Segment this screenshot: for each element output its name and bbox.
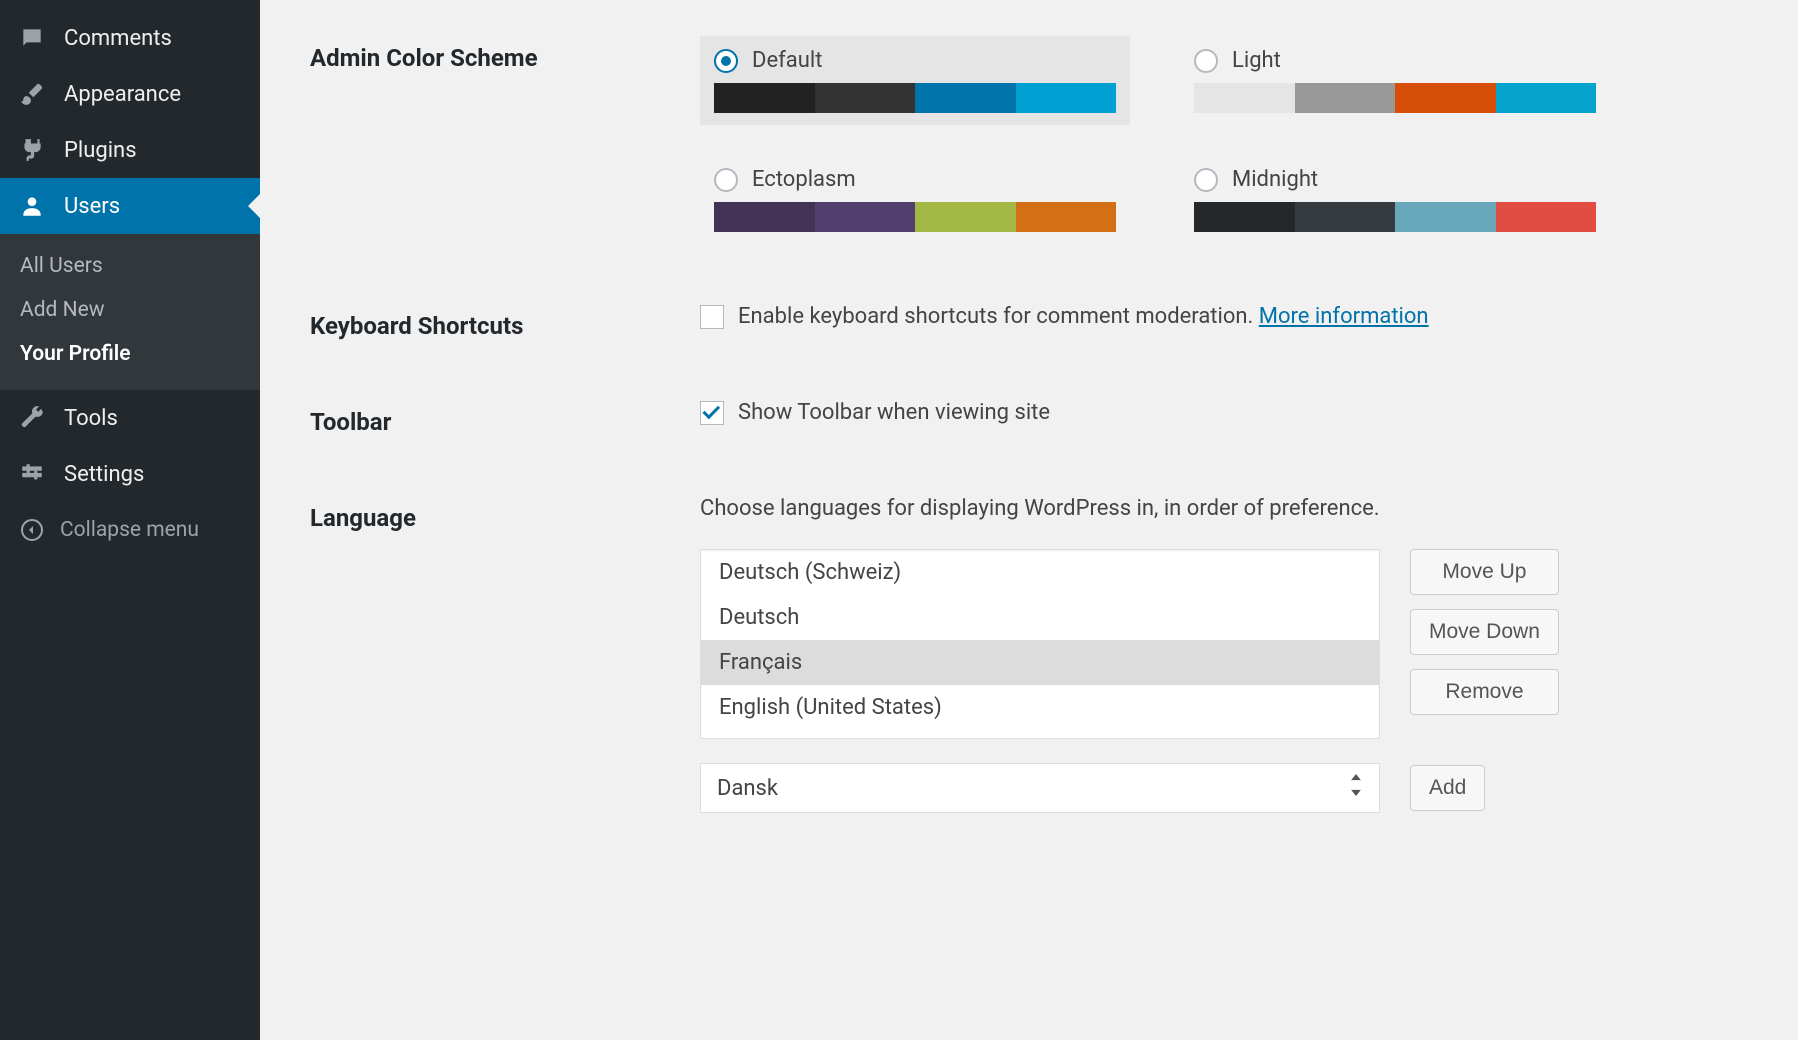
move-up-button[interactable]: Move Up xyxy=(1410,549,1559,595)
swatch xyxy=(1016,83,1117,113)
swatch xyxy=(1295,83,1396,113)
sidebar-item-label: Settings xyxy=(64,462,144,487)
sidebar-sub-your-profile[interactable]: Your Profile xyxy=(0,332,260,376)
sidebar-item-users[interactable]: Users xyxy=(0,178,260,234)
move-down-button[interactable]: Move Down xyxy=(1410,609,1559,655)
sidebar-item-label: Plugins xyxy=(64,138,137,163)
remove-button[interactable]: Remove xyxy=(1410,669,1559,715)
swatches-light xyxy=(1194,83,1596,113)
radio-ectoplasm[interactable] xyxy=(714,168,738,192)
swatch xyxy=(1496,202,1597,232)
scheme-name: Default xyxy=(752,48,822,73)
radio-default[interactable] xyxy=(714,49,738,73)
row-color-scheme: Admin Color Scheme Default xyxy=(310,36,1748,244)
collapse-icon xyxy=(18,516,46,544)
swatch xyxy=(1295,202,1396,232)
language-option-en-us[interactable]: English (United States) xyxy=(701,685,1379,730)
swatch xyxy=(915,202,1016,232)
swatch xyxy=(1496,83,1597,113)
swatch xyxy=(714,83,815,113)
swatch xyxy=(815,83,916,113)
color-scheme-default[interactable]: Default xyxy=(700,36,1130,125)
swatch xyxy=(815,202,916,232)
sidebar-item-comments[interactable]: Comments xyxy=(0,10,260,66)
sidebar-submenu-users: All Users Add New Your Profile xyxy=(0,234,260,390)
collapse-label: Collapse menu xyxy=(60,518,199,542)
swatch xyxy=(1194,83,1295,113)
row-keyboard-shortcuts: Keyboard Shortcuts Enable keyboard short… xyxy=(310,304,1748,340)
toolbar-checkbox-text: Show Toolbar when viewing site xyxy=(738,400,1050,425)
keyboard-shortcuts-checkbox[interactable] xyxy=(700,305,724,329)
row-language: Language Choose languages for displaying… xyxy=(310,496,1748,813)
brush-icon xyxy=(18,80,46,108)
color-scheme-midnight[interactable]: Midnight xyxy=(1180,155,1610,244)
swatches-ectoplasm xyxy=(714,202,1116,232)
color-scheme-light[interactable]: Light xyxy=(1180,36,1610,125)
radio-midnight[interactable] xyxy=(1194,168,1218,192)
wrench-icon xyxy=(18,404,46,432)
keyboard-shortcuts-desc: Enable keyboard shortcuts for comment mo… xyxy=(738,304,1259,329)
user-icon xyxy=(18,192,46,220)
sidebar-sub-all-users[interactable]: All Users xyxy=(0,244,260,288)
settings-icon xyxy=(18,460,46,488)
language-select[interactable]: Dansk xyxy=(700,763,1380,813)
select-arrows-icon xyxy=(1349,774,1363,802)
sidebar-sub-add-new[interactable]: Add New xyxy=(0,288,260,332)
language-listbox[interactable]: Deutsch (Schweiz) Deutsch Français Engli… xyxy=(700,549,1380,739)
admin-sidebar: Comments Appearance Plugins Users All Us… xyxy=(0,0,260,1040)
plug-icon xyxy=(18,136,46,164)
sidebar-item-plugins[interactable]: Plugins xyxy=(0,122,260,178)
language-help-text: Choose languages for displaying WordPres… xyxy=(700,496,1748,521)
radio-light[interactable] xyxy=(1194,49,1218,73)
keyboard-label: Keyboard Shortcuts xyxy=(310,304,700,340)
sidebar-item-label: Comments xyxy=(64,26,172,51)
language-option-fr[interactable]: Français xyxy=(701,640,1379,685)
sidebar-item-label: Tools xyxy=(64,406,118,431)
sidebar-item-label: Users xyxy=(64,194,120,219)
language-label: Language xyxy=(310,496,700,532)
toolbar-checkbox[interactable] xyxy=(700,401,724,425)
add-button[interactable]: Add xyxy=(1410,765,1485,811)
color-scheme-ectoplasm[interactable]: Ectoplasm xyxy=(700,155,1130,244)
color-schemes-grid: Default Light xyxy=(700,36,1748,244)
row-toolbar: Toolbar Show Toolbar when viewing site xyxy=(310,400,1748,436)
language-option-de-ch[interactable]: Deutsch (Schweiz) xyxy=(701,550,1379,595)
swatch xyxy=(1016,202,1117,232)
swatches-default xyxy=(714,83,1116,113)
language-select-value: Dansk xyxy=(717,776,778,801)
sidebar-item-settings[interactable]: Settings xyxy=(0,446,260,502)
sidebar-item-tools[interactable]: Tools xyxy=(0,390,260,446)
toolbar-label: Toolbar xyxy=(310,400,700,436)
comment-icon xyxy=(18,24,46,52)
swatch xyxy=(1395,202,1496,232)
swatch xyxy=(915,83,1016,113)
swatches-midnight xyxy=(1194,202,1596,232)
more-information-link[interactable]: More information xyxy=(1259,304,1429,329)
swatch xyxy=(1395,83,1496,113)
swatch xyxy=(714,202,815,232)
scheme-name: Midnight xyxy=(1232,167,1318,192)
sidebar-item-label: Appearance xyxy=(64,82,181,107)
color-scheme-label: Admin Color Scheme xyxy=(310,36,700,72)
sidebar-item-appearance[interactable]: Appearance xyxy=(0,66,260,122)
profile-settings: Admin Color Scheme Default xyxy=(260,0,1798,1040)
language-option-de[interactable]: Deutsch xyxy=(701,595,1379,640)
scheme-name: Ectoplasm xyxy=(752,167,856,192)
keyboard-shortcuts-text: Enable keyboard shortcuts for comment mo… xyxy=(738,304,1429,329)
swatch xyxy=(1194,202,1295,232)
scheme-name: Light xyxy=(1232,48,1281,73)
sidebar-collapse-button[interactable]: Collapse menu xyxy=(0,502,260,558)
